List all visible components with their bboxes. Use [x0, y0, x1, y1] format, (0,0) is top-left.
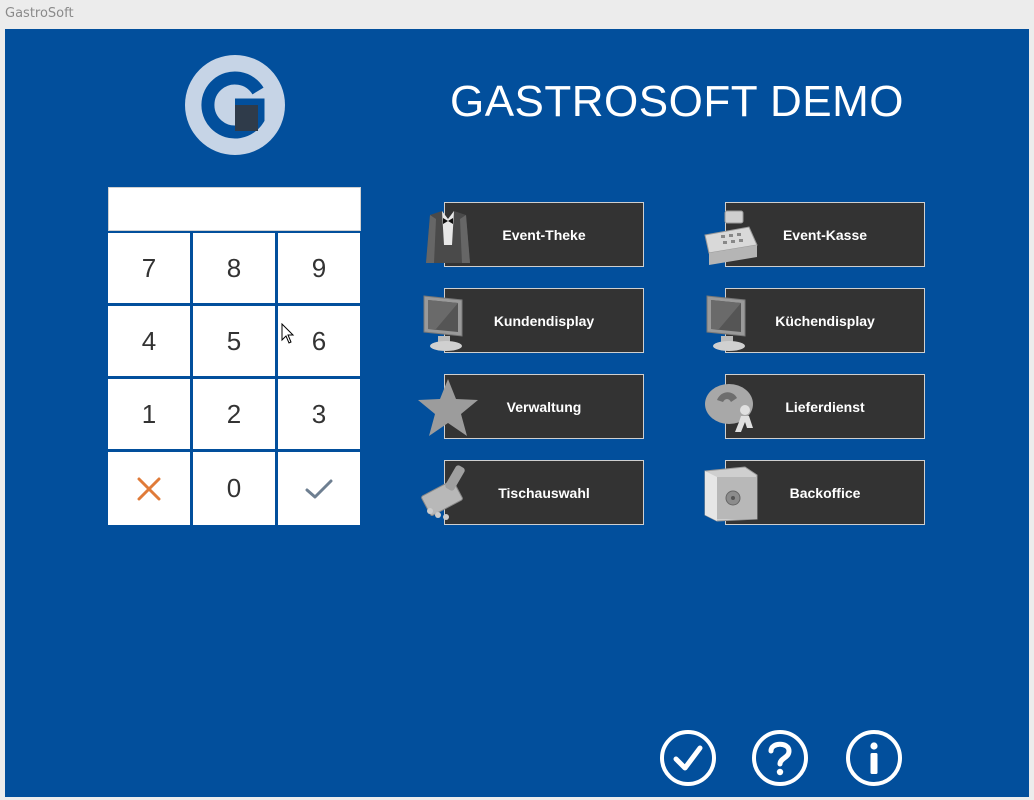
key-5[interactable]: 5 — [193, 306, 275, 376]
key-confirm[interactable] — [278, 452, 360, 525]
info-circle-icon — [846, 730, 902, 786]
key-cancel[interactable] — [108, 452, 190, 525]
star-icon — [416, 375, 480, 439]
confirm-footer-button[interactable] — [659, 729, 717, 787]
safe-icon — [699, 461, 763, 525]
pin-input[interactable] — [108, 187, 361, 231]
key-4[interactable]: 4 — [108, 306, 190, 376]
window-title: GastroSoft — [5, 6, 74, 21]
key-8[interactable]: 8 — [193, 233, 275, 303]
mouse-cursor — [281, 322, 295, 345]
key-3[interactable]: 3 — [278, 379, 360, 449]
waiter-icon — [416, 205, 480, 269]
cancel-icon — [137, 477, 161, 500]
table-select-icon — [416, 461, 480, 525]
key-2[interactable]: 2 — [193, 379, 275, 449]
key-1[interactable]: 1 — [108, 379, 190, 449]
key-7[interactable]: 7 — [108, 233, 190, 303]
key-0[interactable]: 0 — [193, 452, 275, 525]
key-9[interactable]: 9 — [278, 233, 360, 303]
cash-register-icon — [699, 205, 763, 269]
help-button[interactable] — [751, 729, 809, 787]
monitor-icon — [699, 290, 763, 354]
monitor-icon — [416, 290, 480, 354]
confirm-icon — [305, 479, 333, 498]
help-circle-icon — [752, 730, 808, 786]
check-circle-icon — [660, 730, 716, 786]
page-title: GASTROSOFT DEMO — [449, 77, 905, 126]
gastrosoft-logo — [185, 55, 285, 155]
delivery-icon — [701, 376, 765, 440]
info-button[interactable] — [845, 729, 903, 787]
main-screen: GASTROSOFT DEMO 7 8 9 4 5 6 1 2 3 0 Even… — [5, 29, 1029, 797]
window-titlebar: GastroSoft — [0, 0, 1034, 28]
